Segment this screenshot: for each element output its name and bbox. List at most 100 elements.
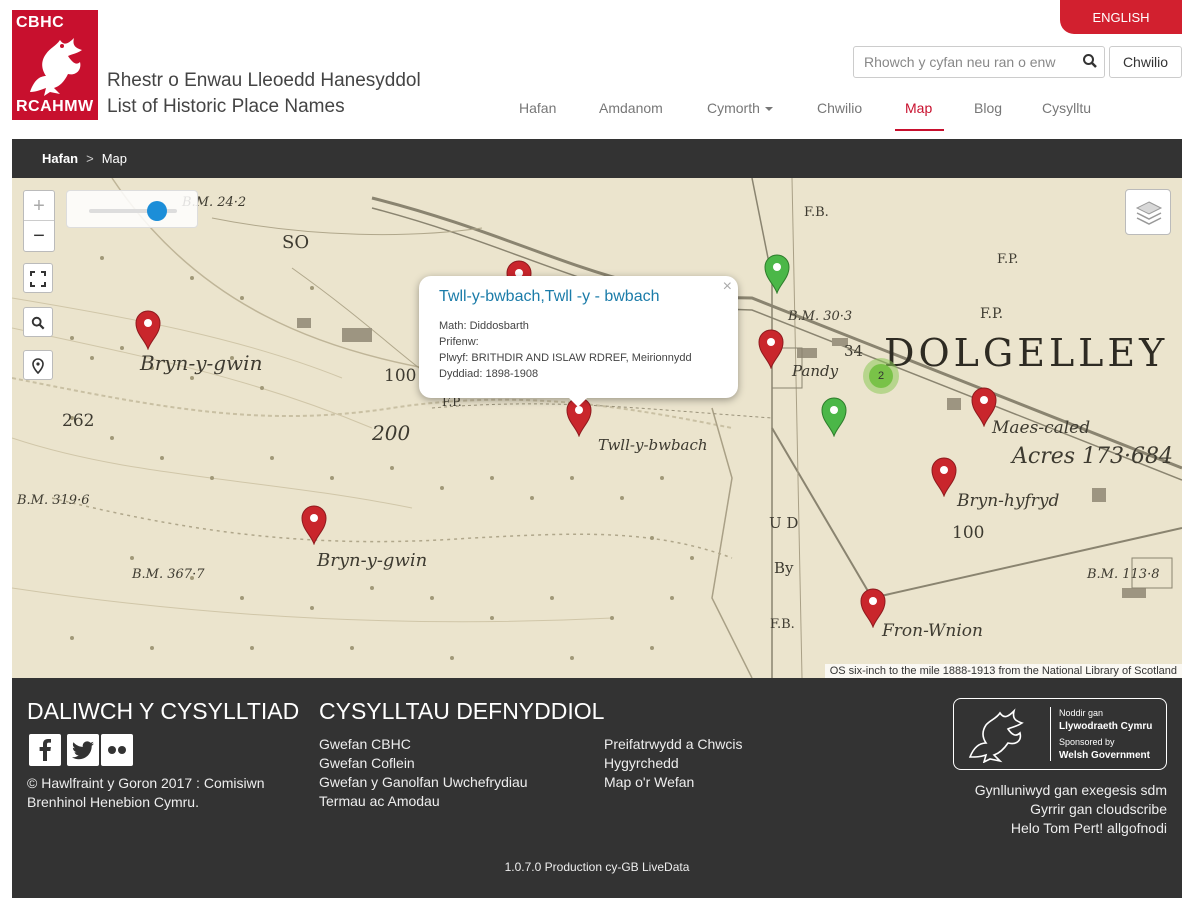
- map-label-pandy: Pandy: [791, 362, 839, 380]
- map-label-so: SO: [282, 232, 309, 253]
- map-label-fp2: F.P.: [980, 306, 1003, 322]
- map-label-fron-wnion: Fron-Wnion: [881, 621, 983, 641]
- credit-cloudscribe[interactable]: Gyrrir gan cloudscribe: [1030, 801, 1167, 817]
- flickr-icon[interactable]: [101, 734, 133, 766]
- nav-item-hafan[interactable]: Hafan: [519, 100, 556, 116]
- site-title-english: List of Historic Place Names: [107, 96, 345, 117]
- page: CBHC RCAHMW Rhestr o Enwau Lleoedd Hanes…: [0, 0, 1192, 906]
- fullscreen-icon: [30, 271, 46, 287]
- rcahmw-logo[interactable]: CBHC RCAHMW: [12, 10, 98, 120]
- popup-parish: Plwyf: BRITHDIR AND ISLAW RDREF, Meirion…: [439, 352, 692, 364]
- nav-item-blog[interactable]: Blog: [974, 100, 1002, 116]
- map-marker-red[interactable]: [971, 387, 997, 427]
- twitter-icon[interactable]: [67, 734, 99, 766]
- footer-link-sitemap[interactable]: Map o'r Wefan: [604, 774, 694, 790]
- marker-cluster-count: 2: [869, 364, 893, 388]
- breadcrumb-home[interactable]: Hafan: [42, 151, 78, 166]
- fullscreen-button[interactable]: [23, 263, 53, 293]
- slider-handle[interactable]: [147, 201, 167, 221]
- map-marker-red[interactable]: [931, 457, 957, 497]
- gov-line4: Welsh Government: [1059, 750, 1150, 761]
- gov-line1: Noddir gan: [1059, 708, 1104, 718]
- popup-close-icon[interactable]: ×: [723, 278, 732, 296]
- search-input[interactable]: [854, 47, 1076, 77]
- welsh-dragon-icon: [968, 708, 1024, 763]
- map-label-bryn-y-gwin: Bryn-y-gwin: [139, 351, 262, 375]
- map-label-twll-y-bwbach: Twll-y-bwbach: [598, 436, 708, 454]
- footer-link-privacy[interactable]: Preifatrwydd a Chwcis: [604, 736, 743, 752]
- footer-social-heading: DALIWCH Y CYSYLLTIAD: [27, 698, 300, 724]
- breadcrumb: Hafan > Map: [12, 139, 1182, 178]
- location-pin-icon: [32, 358, 44, 375]
- locate-button[interactable]: [23, 350, 53, 380]
- logo-bottom-text: RCAHMW: [16, 98, 94, 115]
- credit-designer[interactable]: Gynlluniwyd gan exegesis sdm: [975, 782, 1167, 798]
- nav-item-map[interactable]: Map: [905, 100, 932, 116]
- map-label-acres: Acres 173·684: [1010, 444, 1173, 469]
- map-label-fb1: F.B.: [804, 205, 829, 220]
- footer-copyright: © Hawlfraint y Goron 2017 : Comisiwn Bre…: [27, 775, 265, 810]
- popup-primary-name: Prifenw:: [439, 336, 479, 348]
- map-popup: Twll-y-bwbach,Twll -y - bwbach × Math: D…: [419, 276, 738, 407]
- zoom-out-button[interactable]: −: [24, 221, 54, 251]
- badge-divider: [1050, 707, 1051, 761]
- map-label-fb2: F.B.: [770, 617, 795, 632]
- nav-item-cysylltu[interactable]: Cysylltu: [1042, 100, 1091, 116]
- opacity-slider[interactable]: [66, 190, 198, 228]
- map-label-bm-30: B.M. 30·3: [787, 309, 852, 324]
- zoom-in-button[interactable]: +: [24, 191, 54, 221]
- layers-button[interactable]: [1125, 189, 1171, 235]
- map-attribution[interactable]: OS six-inch to the mile 1888-1913 from t…: [824, 664, 1182, 678]
- language-toggle-button[interactable]: ENGLISH: [1060, 0, 1182, 34]
- map-marker-green[interactable]: [821, 397, 847, 437]
- footer-link-coflein[interactable]: Gwefan Coflein: [319, 755, 415, 771]
- nav-item-amdanom[interactable]: Amdanom: [599, 100, 663, 116]
- logo-top-text: CBHC: [16, 14, 65, 31]
- welsh-government-badge[interactable]: Noddir gan Llywodraeth Cymru Sponsored b…: [953, 698, 1167, 770]
- gov-line2: Llywodraeth Cymru: [1059, 721, 1153, 732]
- search-button[interactable]: Chwilio: [1109, 46, 1182, 78]
- marker-cluster[interactable]: 2: [863, 358, 899, 394]
- map-label-bm-367: B.M. 367·7: [131, 567, 205, 582]
- map-label-100a: 100: [384, 366, 416, 386]
- breadcrumb-separator: >: [86, 151, 94, 166]
- search-icon[interactable]: [1082, 53, 1098, 74]
- map-marker-red[interactable]: [758, 329, 784, 369]
- site-title[interactable]: Rhestr o Enwau Lleoedd Hanesyddol List o…: [107, 68, 421, 120]
- site-title-welsh: Rhestr o Enwau Lleoedd Hanesyddol: [107, 70, 421, 91]
- map-marker-green[interactable]: [764, 254, 790, 294]
- footer-link-canolfan[interactable]: Gwefan y Ganolfan Uwchefrydiau: [319, 774, 528, 790]
- zoom-control: + −: [23, 190, 55, 252]
- map-label-bryn-hyfryd: Bryn-hyfryd: [956, 491, 1059, 511]
- gov-line3: Sponsored by: [1059, 737, 1115, 747]
- map-label-bm-113: B.M. 113·8: [1086, 567, 1159, 582]
- active-nav-indicator: [895, 129, 944, 131]
- footer-link-cbhc[interactable]: Gwefan CBHC: [319, 736, 411, 752]
- welsh-dragon-icon: [30, 38, 82, 96]
- map-label-bm-319: B.M. 319·6: [16, 493, 89, 508]
- search-field: [853, 46, 1105, 78]
- search-icon: [31, 316, 45, 330]
- map-label-bryn-y-gwin-2: Bryn-y-gwin: [316, 550, 427, 571]
- footer: DALIWCH Y CYSYLLTIAD © Hawlfraint y Goro…: [12, 678, 1182, 898]
- map-search-button[interactable]: [23, 307, 53, 337]
- map-marker-red[interactable]: [135, 310, 161, 350]
- historic-os-map: Bryn-y-gwin Bryn-y-gwin Twll-y-bwbach DO…: [12, 178, 1182, 678]
- footer-link-accessibility[interactable]: Hygyrchedd: [604, 755, 679, 771]
- footer-link-terms[interactable]: Termau ac Amodau: [319, 793, 440, 809]
- map-label-100b: 100: [952, 523, 984, 543]
- map-label-34: 34: [844, 342, 863, 360]
- nav-item-cymorth[interactable]: Cymorth: [707, 100, 773, 116]
- footer-links-heading: CYSYLLTAU DEFNYDDIOL: [319, 698, 605, 724]
- popup-title-link[interactable]: Twll-y-bwbach,Twll -y - bwbach: [439, 288, 660, 306]
- popup-type: Math: Diddosbarth: [439, 320, 529, 332]
- map-marker-red[interactable]: [860, 588, 886, 628]
- nav-item-chwilio[interactable]: Chwilio: [817, 100, 862, 116]
- popup-date: Dyddiad: 1898-1908: [439, 368, 539, 380]
- map-label-ud: U D: [769, 514, 798, 532]
- map-canvas[interactable]: Bryn-y-gwin Bryn-y-gwin Twll-y-bwbach DO…: [12, 178, 1182, 678]
- map-marker-red[interactable]: [301, 505, 327, 545]
- facebook-icon[interactable]: [29, 734, 61, 766]
- map-label-dolgelley: DOLGELLEY: [884, 331, 1168, 375]
- credit-user-logout[interactable]: Helo Tom Pert! allgofnodi: [1011, 820, 1167, 836]
